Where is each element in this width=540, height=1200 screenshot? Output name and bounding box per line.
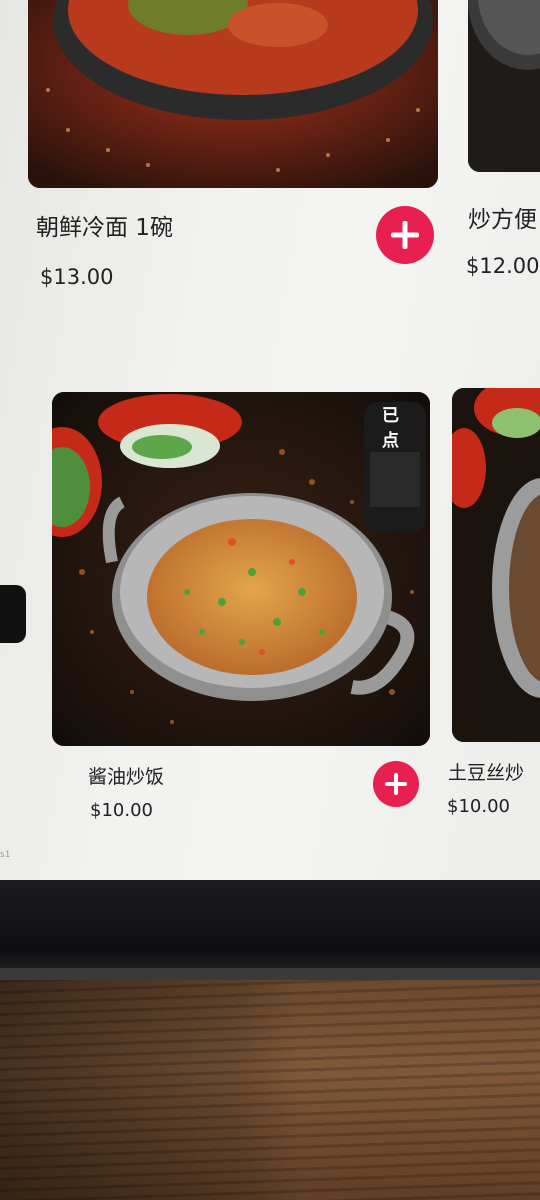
add-button[interactable]: [376, 206, 434, 264]
cold-noodles-photo: [28, 0, 438, 188]
item-price: $12.00: [466, 254, 540, 278]
item-name: 朝鲜冷面 1碗: [36, 215, 173, 241]
side-tab-handle[interactable]: [0, 585, 26, 643]
tablet-edge: [0, 968, 540, 980]
ordered-badge: 已点: [382, 406, 399, 451]
item-price: $10.00: [90, 800, 153, 821]
fried-noodles-photo: [468, 0, 540, 172]
potato-shreds-photo: [452, 388, 540, 742]
tablet-bezel: [0, 880, 540, 980]
plus-icon: [385, 773, 407, 795]
item-name: 炒方便: [468, 207, 537, 233]
item-price: $13.00: [40, 265, 114, 289]
table-shadow: [0, 980, 300, 1200]
add-button[interactable]: [373, 761, 419, 807]
plus-icon: [391, 221, 419, 249]
soy-fried-rice-photo: [52, 392, 430, 746]
tablet-screen: s1 朝鲜冷面 1碗 $13.00 炒方便 $12.00 已点 酱油炒饭 $10…: [0, 0, 540, 885]
edge-mark: s1: [0, 850, 11, 860]
item-price: $10.00: [447, 796, 510, 817]
item-name: 酱油炒饭: [88, 766, 165, 788]
item-name: 土豆丝炒: [448, 762, 525, 784]
